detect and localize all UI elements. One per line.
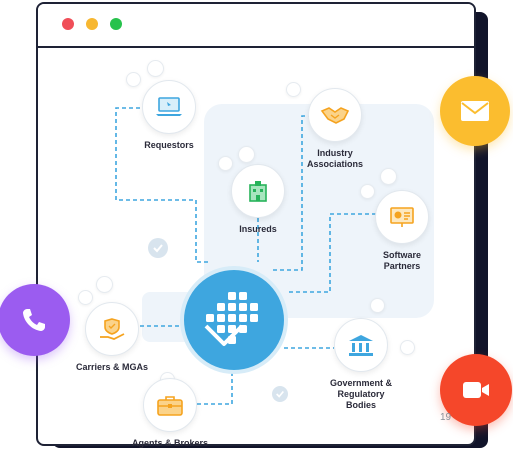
decor-bubble (380, 168, 397, 185)
node-label: Industry Associations (306, 148, 364, 169)
email-icon (461, 101, 489, 121)
phone-icon (23, 309, 45, 331)
hub-logo[interactable] (180, 266, 288, 374)
hand-shield-icon (85, 302, 139, 356)
decor-bubble (147, 60, 164, 77)
laptop-icon (142, 80, 196, 134)
decor-bubble (400, 340, 415, 355)
video-icon (463, 382, 489, 398)
decor-bubble (370, 298, 385, 313)
node-label: Government & Regulatory Bodies (329, 378, 392, 410)
check-icon (272, 386, 288, 402)
node-requestors[interactable]: Requestors (124, 80, 214, 151)
decor-bubble (238, 146, 255, 163)
briefcase-icon (143, 378, 197, 432)
node-insureds[interactable]: Insureds (222, 164, 294, 235)
node-label: Requestors (144, 140, 194, 150)
building-icon (231, 164, 285, 218)
node-label: Carriers & MGAs (75, 362, 149, 372)
email-button[interactable] (440, 76, 510, 146)
node-label: Agents & Brokers (131, 438, 209, 448)
connector-software (286, 213, 376, 293)
handshake-icon (308, 88, 362, 142)
node-software-partners[interactable]: Software Partners (366, 190, 438, 272)
node-carriers-mgas[interactable]: Carriers & MGAs (72, 302, 152, 373)
presentation-icon (375, 190, 429, 244)
corner-text: 19 (440, 412, 452, 423)
decor-bubble (96, 276, 113, 293)
bank-icon (334, 318, 388, 372)
node-label: Insureds (239, 224, 277, 234)
check-icon (148, 238, 168, 258)
node-government-regulatory[interactable]: Government & Regulatory Bodies (320, 318, 402, 411)
node-label: Software Partners (382, 250, 421, 271)
node-industry-associations[interactable]: Industry Associations (298, 88, 372, 170)
phone-button[interactable] (0, 284, 70, 356)
node-agents-brokers[interactable]: Agents & Brokers (126, 378, 214, 449)
